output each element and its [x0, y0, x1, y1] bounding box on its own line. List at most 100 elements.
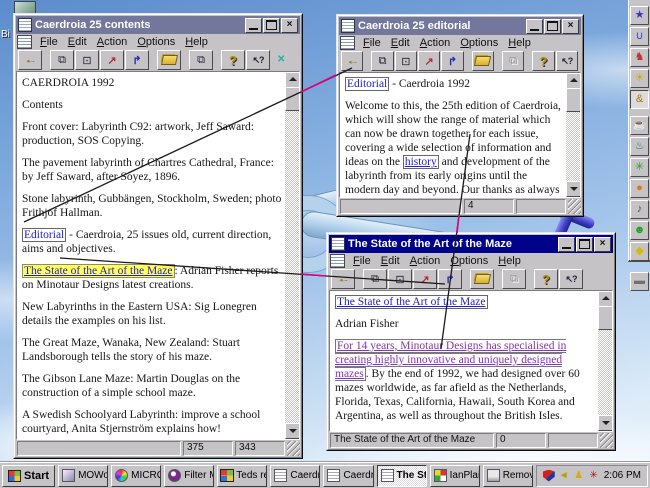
toolbar-button-help[interactable] [532, 51, 554, 71]
minimize-button[interactable] [526, 19, 543, 34]
toolbar-button-copy-special[interactable] [395, 51, 417, 71]
scroll-down-button[interactable] [285, 423, 300, 439]
toolbar-button-pages[interactable] [189, 50, 213, 70]
dock-icon-13[interactable]: ▬ [630, 272, 649, 291]
scroll-thumb[interactable] [598, 306, 613, 330]
menu-edit[interactable]: Edit [64, 36, 91, 48]
toolbar-button-redirect[interactable] [100, 50, 124, 70]
menu-action[interactable]: Action [416, 37, 455, 49]
toolbar-button-copy[interactable] [50, 50, 74, 70]
resize-grip[interactable] [568, 199, 581, 214]
notes-icon[interactable] [330, 254, 345, 268]
task-button-moworks[interactable]: MOWorks [58, 465, 108, 487]
titlebar[interactable]: Caerdroia 25 contents× [16, 16, 300, 34]
dock-icon-11[interactable]: ☻ [630, 221, 649, 240]
window-caerdroia-editorial[interactable]: Caerdroia 25 editorial× FileEditActionOpt… [336, 14, 584, 217]
minimize-button[interactable] [245, 18, 262, 33]
task-button-caerdroia-[interactable]: Caerdroia... [323, 465, 373, 487]
task-button-removab-[interactable]: Removab... [483, 465, 533, 487]
scroll-down-button[interactable] [566, 181, 581, 197]
volume-icon[interactable]: ◄ [558, 470, 570, 482]
toolbar-button-open[interactable] [470, 269, 494, 289]
toolbar-button-branch[interactable] [441, 51, 463, 71]
vertical-scrollbar[interactable] [285, 72, 299, 439]
close-button[interactable]: × [562, 19, 579, 34]
dock-icon-12[interactable]: ◆ [630, 242, 649, 261]
scroll-thumb[interactable] [566, 88, 581, 112]
toolbar-button-branch[interactable] [125, 50, 149, 70]
dock-icon-8[interactable]: ✳ [630, 158, 649, 177]
menu-edit[interactable]: Edit [387, 37, 414, 49]
titlebar[interactable]: The State of the Art of the Maze× [329, 235, 613, 253]
hyperlink[interactable]: Editorial [22, 228, 66, 242]
menu-file[interactable]: File [359, 37, 385, 49]
hyperlink[interactable]: history [403, 155, 439, 169]
start-button[interactable]: Start [2, 465, 55, 487]
dock-icon-9[interactable]: ● [630, 179, 649, 198]
maximize-button[interactable] [263, 18, 280, 33]
vshield-icon[interactable] [543, 470, 555, 482]
task-button-microc-[interactable]: MICROC... [111, 465, 161, 487]
scroll-up-button[interactable] [598, 291, 613, 307]
scroll-down-button[interactable] [598, 415, 613, 431]
toolbar-button-open[interactable] [157, 50, 181, 70]
scroll-thumb[interactable] [285, 87, 300, 111]
menu-file[interactable]: File [36, 36, 62, 48]
dock-icon-10[interactable]: ♪ [630, 200, 649, 219]
toolbar-button-copy-special[interactable] [388, 269, 412, 289]
menu-file[interactable]: File [349, 255, 375, 267]
menu-help[interactable]: Help [494, 255, 525, 267]
toolbar-button-pages[interactable] [502, 51, 524, 71]
toolbar-button-copy[interactable] [363, 269, 387, 289]
toolbar-button-redirect[interactable] [413, 269, 437, 289]
scroll-up-button[interactable] [566, 73, 581, 89]
task-button-ianplain-[interactable]: IanPlain... [430, 465, 480, 487]
scan-icon[interactable]: ✳ [588, 470, 600, 482]
menu-action[interactable]: Action [406, 255, 445, 267]
scroll-up-button[interactable] [285, 72, 300, 88]
close-button[interactable]: × [594, 237, 611, 252]
menu-edit[interactable]: Edit [377, 255, 404, 267]
close-button[interactable]: × [281, 18, 298, 33]
toolbar-button-exit[interactable] [18, 50, 42, 70]
notes-icon[interactable] [17, 35, 32, 49]
task-button-caerdroia-[interactable]: Caerdroia... [270, 465, 320, 487]
toolbar-button-open[interactable] [472, 51, 494, 71]
toolbar-button-exit[interactable] [331, 269, 355, 289]
titlebar[interactable]: Caerdroia 25 editorial× [339, 17, 581, 35]
hyperlink[interactable]: Editorial [345, 77, 389, 91]
menu-help[interactable]: Help [181, 36, 212, 48]
menu-options[interactable]: Options [456, 37, 502, 49]
hyperlink[interactable]: The State of the Art of the Maze [22, 264, 175, 278]
menu-options[interactable]: Options [446, 255, 492, 267]
toolbar-button-context-help[interactable] [246, 50, 270, 70]
vertical-scrollbar[interactable] [566, 73, 580, 197]
resize-grip[interactable] [287, 441, 300, 456]
toolbar-button-help[interactable] [221, 50, 245, 70]
dock-icon-1[interactable]: ★ [630, 6, 649, 25]
task-button-teds-ren-[interactable]: Teds ren... [217, 465, 267, 487]
resize-grip[interactable] [600, 433, 613, 448]
window-state-of-art[interactable]: The State of the Art of the Maze×FileEdi… [326, 232, 616, 451]
window-caerdroia-contents[interactable]: Caerdroia 25 contents×FileEditActionOpti… [13, 13, 303, 459]
toolbar-button-context-help[interactable] [556, 51, 578, 71]
menu-options[interactable]: Options [133, 36, 179, 48]
minimize-button[interactable] [558, 237, 575, 252]
dock-icon-6[interactable]: ☕ [630, 116, 649, 135]
hyperlink[interactable]: The State of the Art of the Maze [335, 295, 488, 309]
toolbar-button-exit[interactable] [341, 51, 363, 71]
menu-help[interactable]: Help [504, 37, 535, 49]
maximize-button[interactable] [544, 19, 561, 34]
toolbar-button-copy[interactable] [371, 51, 393, 71]
toolbar-button-help[interactable] [534, 269, 558, 289]
dock-icon-2[interactable]: ∪ [630, 27, 649, 46]
dock-icon-5[interactable]: & [630, 90, 649, 109]
vertical-scrollbar[interactable] [598, 291, 612, 431]
toolbar-button-context-help[interactable] [559, 269, 583, 289]
dock-icon-4[interactable]: ☀ [630, 69, 649, 88]
task-button-the-st-[interactable]: The St... [377, 465, 427, 487]
toolbar-button-branch[interactable] [438, 269, 462, 289]
maximize-button[interactable] [576, 237, 593, 252]
agent-icon[interactable]: ♟ [573, 470, 585, 482]
notes-icon[interactable] [340, 36, 355, 50]
